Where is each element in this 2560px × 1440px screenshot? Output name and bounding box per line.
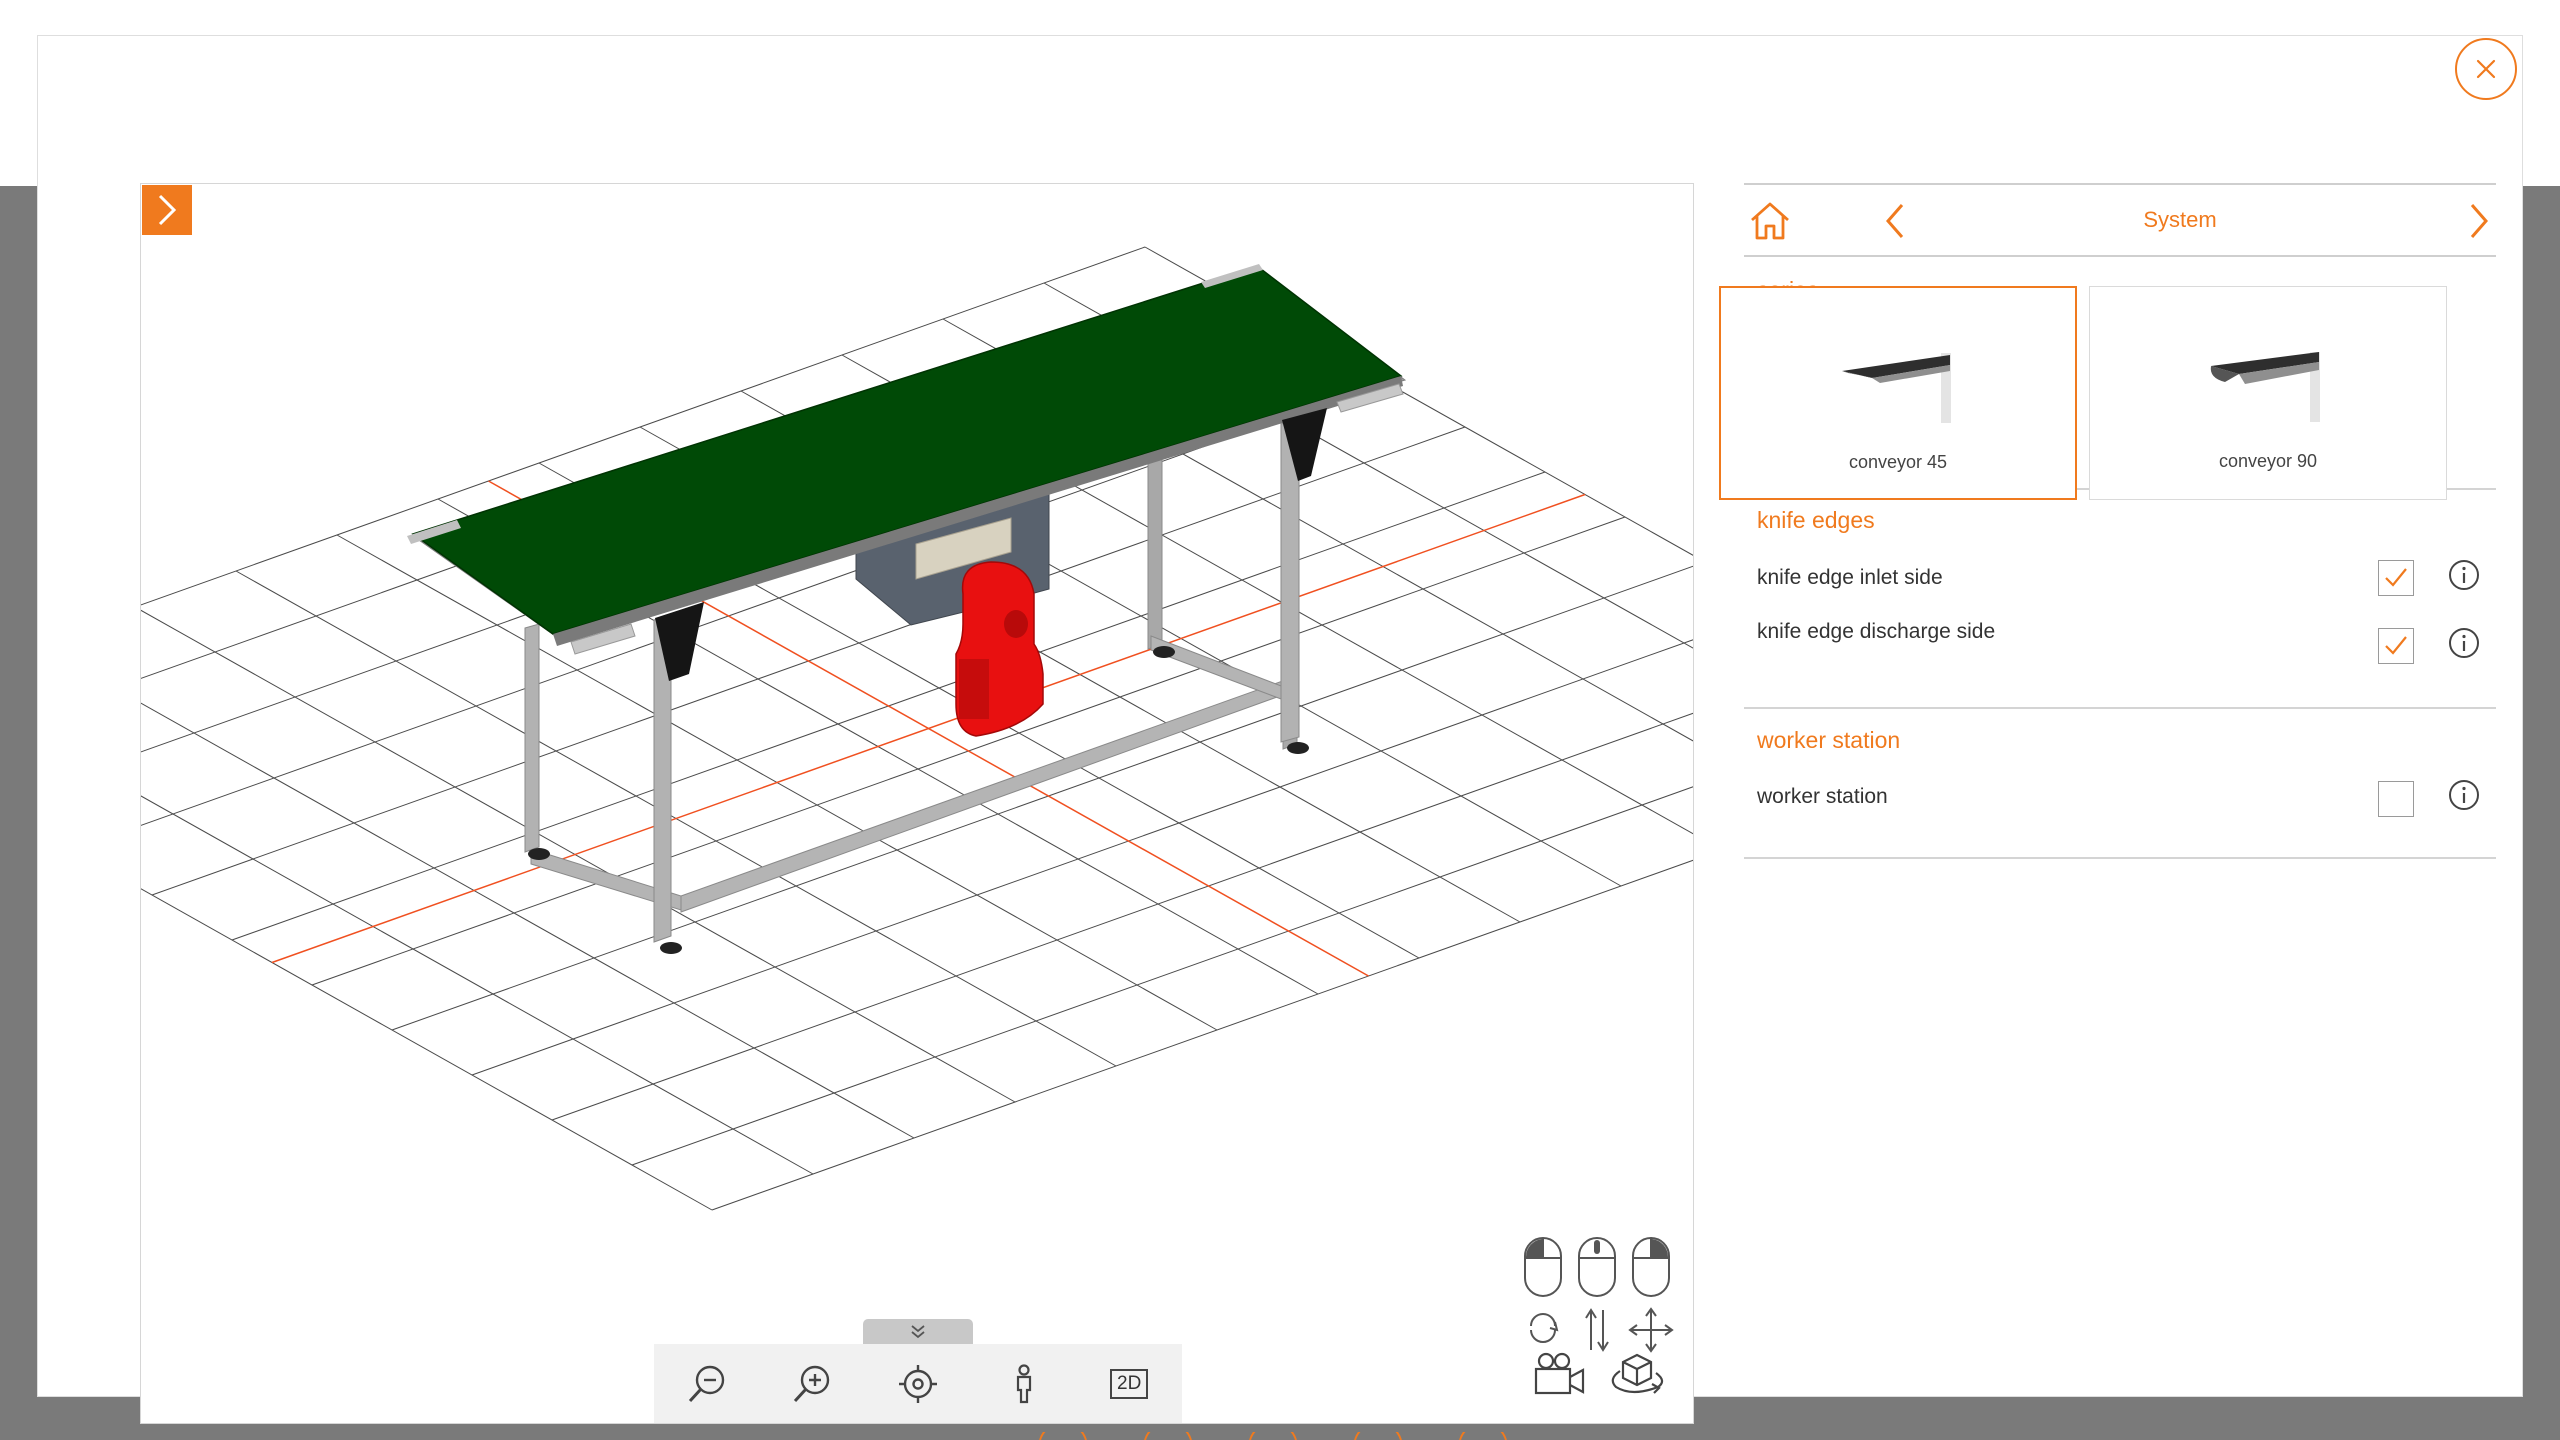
worker-station-title: worker station xyxy=(1757,727,1901,753)
knife-edge-discharge-label: knife edge discharge side xyxy=(1757,620,1996,643)
pagination-indicators xyxy=(1039,1432,1507,1440)
panel-navigation: System xyxy=(1744,183,2496,257)
rotate-cube-icon xyxy=(1611,1353,1664,1394)
crosshair-icon xyxy=(898,1365,937,1403)
person-view-button[interactable] xyxy=(996,1356,1052,1412)
leveling-feet xyxy=(528,646,1309,954)
viewer-canvas[interactable] xyxy=(141,184,1693,1423)
zoom-out-icon xyxy=(688,1365,724,1403)
worker-station-checkbox[interactable] xyxy=(2378,781,2414,817)
mouse-pan-icon xyxy=(1628,1237,1674,1353)
series-card-label: conveyor 45 xyxy=(1848,452,1948,472)
person-icon xyxy=(1016,1364,1031,1404)
checkmark-icon xyxy=(2385,568,2407,587)
mouse-zoom-icon xyxy=(1578,1237,1616,1352)
knife-edges-title: knife edges xyxy=(1757,507,1875,533)
grid-line xyxy=(711,859,1693,1211)
series-options: conveyor 45 conveyor 90 xyxy=(1719,286,2459,502)
configuration-panel: System series knife edges knife edge inl… xyxy=(1744,183,2496,859)
conveyor-90-thumbnail xyxy=(2210,352,2320,422)
close-icon xyxy=(2476,59,2496,79)
camera-icon xyxy=(1534,1352,1585,1395)
conveyor-45-thumbnail xyxy=(1842,353,1951,423)
expand-panel-button[interactable] xyxy=(142,185,192,235)
info-icon[interactable] xyxy=(2447,778,2481,812)
chevron-right-icon[interactable] xyxy=(2458,201,2498,241)
info-icon[interactable] xyxy=(2447,558,2481,592)
zoom-in-button[interactable] xyxy=(784,1356,840,1412)
home-icon[interactable] xyxy=(1748,199,1792,243)
checkmark-icon xyxy=(2385,636,2407,655)
mouse-rotate-icon xyxy=(1524,1237,1562,1343)
2d-view-button[interactable]: 2D xyxy=(1101,1356,1157,1412)
collapse-toolbar-tab[interactable] xyxy=(863,1319,973,1345)
grid-line xyxy=(141,888,713,1211)
series-card-conveyor-90[interactable]: conveyor 90 xyxy=(2089,286,2447,500)
rotate-view-button[interactable] xyxy=(1604,1349,1670,1405)
2d-view-label: 2D xyxy=(1110,1369,1149,1399)
grid-line xyxy=(631,786,1693,1166)
knife-edge-discharge-checkbox[interactable] xyxy=(2378,628,2414,664)
3d-viewer[interactable]: 2D xyxy=(140,183,1694,1424)
knife-edge-inlet-checkbox[interactable] xyxy=(2378,560,2414,596)
chevron-left-icon[interactable] xyxy=(1876,201,1916,241)
lower-rails xyxy=(530,635,1292,913)
worker-station-section: worker station worker station xyxy=(1744,709,2496,859)
viewer-toolbar: 2D xyxy=(654,1344,1182,1423)
series-card-conveyor-45[interactable]: conveyor 45 xyxy=(1719,286,2077,500)
knife-edge-discharge-row: knife edge discharge side xyxy=(1757,618,2007,645)
knife-edges-section: knife edges knife edge inlet side knife … xyxy=(1744,490,2496,709)
series-card-label: conveyor 90 xyxy=(2218,451,2318,471)
close-button[interactable] xyxy=(2455,38,2517,100)
double-chevron-down-icon xyxy=(911,1325,925,1339)
info-icon[interactable] xyxy=(2447,626,2481,660)
conveyor-model[interactable] xyxy=(407,264,1407,954)
center-view-button[interactable] xyxy=(890,1356,946,1412)
zoom-in-icon xyxy=(794,1365,830,1403)
configurator-modal: 2D System knife edges knife edge inlet s… xyxy=(37,35,2523,1424)
zoom-out-button[interactable] xyxy=(679,1356,735,1412)
nav-title: System xyxy=(2143,207,2217,232)
camera-button[interactable] xyxy=(1531,1349,1587,1405)
chevron-right-icon xyxy=(158,194,177,226)
